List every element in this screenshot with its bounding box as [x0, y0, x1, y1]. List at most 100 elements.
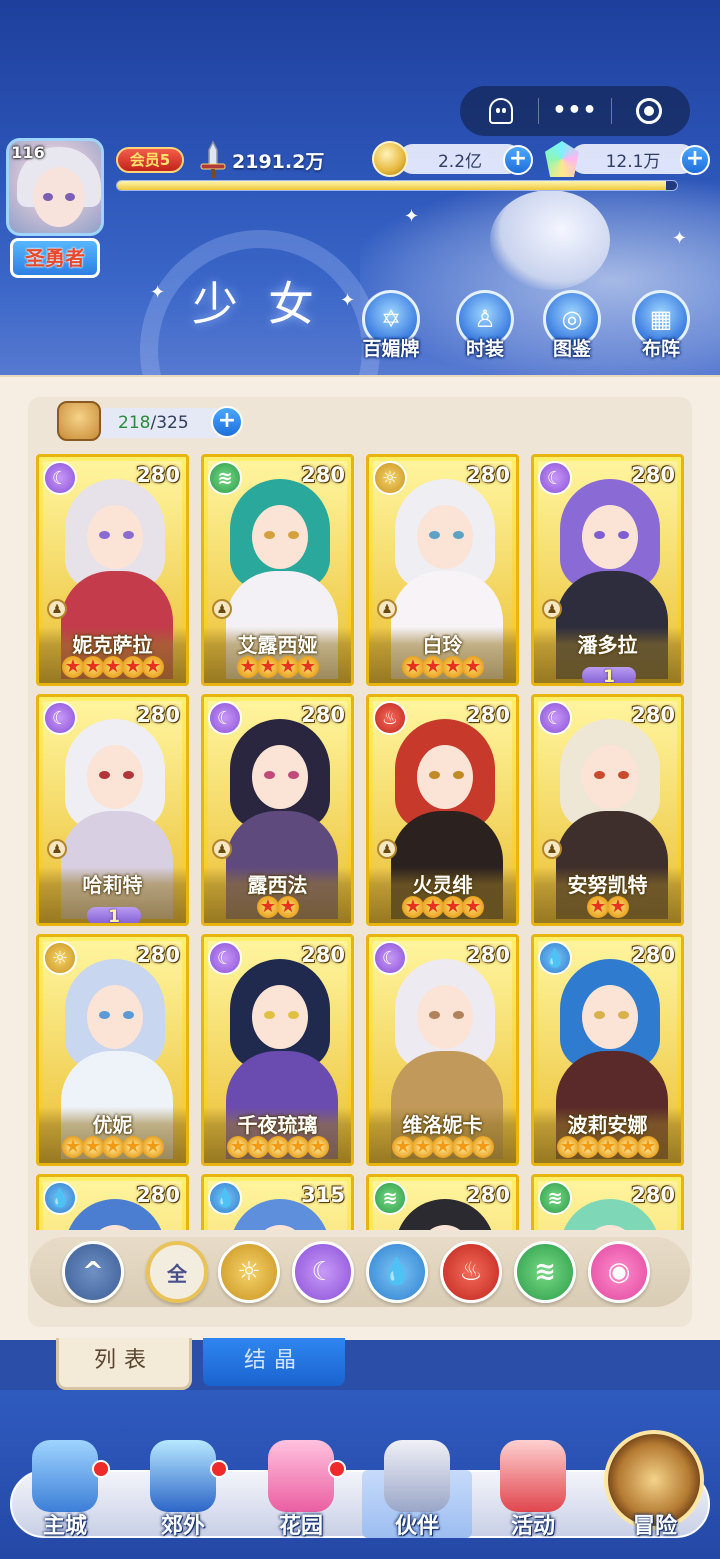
- character-card[interactable]: 💧 280 波莉安娜 ★ ★ ★ ★ ★: [531, 934, 684, 1166]
- character-card[interactable]: ☾ 280 妮克萨拉 ★ ★ ★ ★ ★ ♟: [36, 454, 189, 686]
- star-icon: ★: [266, 1136, 289, 1158]
- star-rating: ★ ★ ★ ★ ★: [39, 1135, 186, 1158]
- tab-list[interactable]: 列表: [56, 1338, 192, 1390]
- nav-1[interactable]: 主城: [10, 1440, 120, 1540]
- vip-badge[interactable]: 会员5: [116, 147, 184, 173]
- combat-power: 2191.2万: [232, 151, 325, 173]
- sparkle-icon: ✦: [404, 206, 420, 227]
- character-card[interactable]: 💧 280: [36, 1174, 189, 1230]
- add-gold-button[interactable]: +: [503, 145, 533, 175]
- star-icon: ★: [256, 656, 279, 678]
- filter-pink-button[interactable]: ◉: [588, 1241, 650, 1303]
- character-card[interactable]: ☾ 280 露西法 ★ ★ ♟: [201, 694, 354, 926]
- character-level: 280: [631, 703, 675, 727]
- nav-adventure[interactable]: 冒险: [600, 1440, 710, 1540]
- character-name: 艾露西娅: [237, 633, 318, 657]
- formation-button[interactable]: ▦ 布阵: [626, 290, 696, 361]
- capsule-more-button[interactable]: •••: [552, 93, 597, 129]
- star-icon: ★: [441, 656, 464, 678]
- character-card[interactable]: ☾ 280 维洛妮卡 ★ ★ ★ ★ ★: [366, 934, 519, 1166]
- player-title-badge[interactable]: 圣勇者: [10, 238, 100, 278]
- nav-label: 郊外: [160, 1514, 205, 1539]
- star-icon: ★: [391, 1136, 414, 1158]
- partner-icon: [384, 1440, 450, 1512]
- star-rating: ★ ★ ★ ★ ★: [204, 1135, 351, 1158]
- star-icon: ★: [421, 896, 444, 918]
- filter-sun-button[interactable]: ☼: [218, 1241, 280, 1303]
- pawn-icon: ♟: [377, 839, 397, 859]
- filter-all-button[interactable]: 全: [146, 1241, 208, 1303]
- filter-fire-button[interactable]: ♨: [440, 1241, 502, 1303]
- divider: [611, 98, 613, 124]
- card-deck-button[interactable]: ✡ 百媚牌: [356, 290, 426, 361]
- character-card[interactable]: ☾ 280 哈莉特 1 ♟: [36, 694, 189, 926]
- pawn-icon: ♟: [212, 599, 232, 619]
- tab-crystal[interactable]: 结晶: [203, 1338, 345, 1386]
- nav-2[interactable]: 郊外: [128, 1440, 238, 1540]
- character-card[interactable]: ☾ 280 安努凯特 ★ ★ ♟: [531, 694, 684, 926]
- moon-element-icon: ☾: [43, 701, 77, 735]
- star-rating: ★ ★ ★ ★ ★: [534, 1135, 681, 1158]
- filter-water-button[interactable]: 💧: [366, 1241, 428, 1303]
- character-card[interactable]: ☾ 280 千夜琉璃 ★ ★ ★ ★ ★: [201, 934, 354, 1166]
- wind-element-icon: ≋: [208, 461, 242, 495]
- expand-roster-button[interactable]: +: [211, 406, 243, 438]
- character-name: 波莉安娜: [567, 1113, 648, 1137]
- character-name: 妮克萨拉: [72, 633, 153, 657]
- character-card[interactable]: ☾ 280 潘多拉 1 ♟: [531, 454, 684, 686]
- star-icon: ★: [286, 1136, 309, 1158]
- advance-badge: 1: [582, 667, 636, 683]
- castle-icon: [32, 1440, 98, 1512]
- roster-max: 325: [156, 413, 189, 433]
- filter-moon-button[interactable]: ☾: [292, 1241, 354, 1303]
- add-gem-button[interactable]: +: [680, 145, 710, 175]
- character-card[interactable]: 💧 315: [201, 1174, 354, 1230]
- nav-5[interactable]: 活动: [478, 1440, 588, 1540]
- pawn-icon: ♟: [212, 839, 232, 859]
- gallery-button[interactable]: ◎ 图鉴: [537, 290, 607, 361]
- gem-amount: 12.1万: [570, 144, 696, 174]
- star-icon: ★: [296, 656, 319, 678]
- character-level: 280: [631, 1183, 675, 1207]
- character-level: 280: [466, 943, 510, 967]
- wind-element-icon: ≋: [373, 1181, 407, 1215]
- outfit-label: 时装: [465, 338, 504, 360]
- fire-element-icon: ♨: [373, 701, 407, 735]
- star-icon: ★: [121, 1136, 144, 1158]
- character-card[interactable]: ≋ 280: [531, 1174, 684, 1230]
- nav-3[interactable]: 花园: [246, 1440, 356, 1540]
- character-level: 315: [301, 1183, 345, 1207]
- character-card[interactable]: ☼ 280 优妮 ★ ★ ★ ★ ★: [36, 934, 189, 1166]
- capsule-close-button[interactable]: [627, 93, 671, 129]
- page-title: 少女: [192, 277, 344, 331]
- nav-4[interactable]: 伙伴: [362, 1440, 472, 1539]
- character-level: 280: [301, 703, 345, 727]
- star-rating: ★ ★ ★ ★ ★: [39, 655, 186, 678]
- moon-element-icon: ☾: [373, 941, 407, 975]
- roster-owned: 218: [118, 413, 151, 433]
- sun-element-icon: ☼: [43, 941, 77, 975]
- sun-element-icon: ☼: [373, 461, 407, 495]
- outfit-button[interactable]: ♙ 时装: [450, 290, 520, 361]
- star-icon: ★: [226, 1136, 249, 1158]
- character-card[interactable]: ≋ 280: [366, 1174, 519, 1230]
- star-icon: ★: [141, 1136, 164, 1158]
- character-card[interactable]: ≋ 280 艾露西娅 ★ ★ ★ ★ ♟: [201, 454, 354, 686]
- capsule-ghost-button[interactable]: [479, 93, 523, 129]
- gift-icon: [500, 1440, 566, 1512]
- character-card[interactable]: ☼ 280 白玲 ★ ★ ★ ★ ♟: [366, 454, 519, 686]
- banner-wing-art: [490, 190, 610, 290]
- star-icon: ★: [441, 896, 464, 918]
- character-level: 280: [301, 463, 345, 487]
- character-card[interactable]: ♨ 280 火灵绯 ★ ★ ★ ★ ♟: [366, 694, 519, 926]
- star-icon: ★: [596, 1136, 619, 1158]
- filter-collapse-button[interactable]: ^: [62, 1241, 124, 1303]
- bag-icon: [57, 401, 101, 441]
- character-level: 280: [136, 1183, 180, 1207]
- star-icon: ★: [121, 656, 144, 678]
- exp-progress-bar: [116, 180, 678, 191]
- avatar-eye: [43, 193, 53, 201]
- filter-wind-button[interactable]: ≋: [514, 1241, 576, 1303]
- pawn-icon: ♟: [47, 599, 67, 619]
- star-rating: ★ ★: [534, 895, 681, 918]
